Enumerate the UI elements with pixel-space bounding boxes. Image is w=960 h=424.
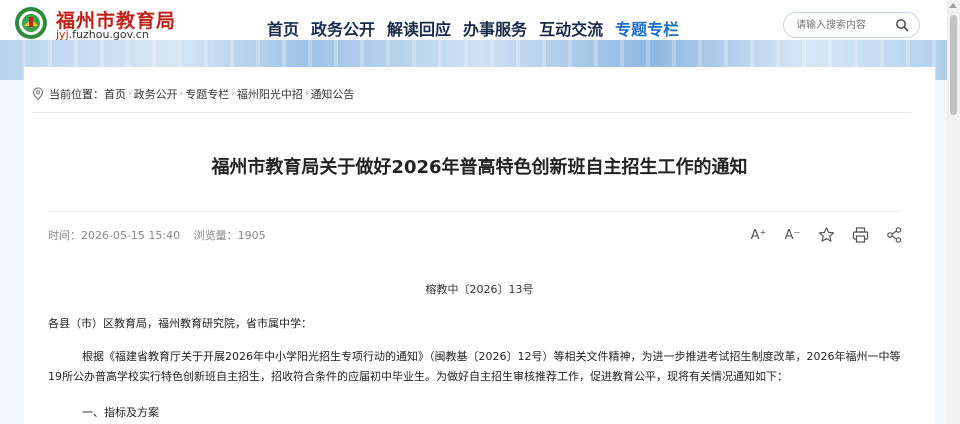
- salutation: 各县（市）区教育局，福州教育研究院，省市属中学：: [48, 317, 312, 330]
- publish-time: 时间：2026-05-15 15:40: [48, 229, 181, 242]
- breadcrumb-prefix: 当前位置：: [49, 88, 104, 101]
- document-number: 榕教中〔2026〕13号: [425, 283, 534, 296]
- print-icon[interactable]: [851, 226, 870, 244]
- nav-item-home[interactable]: 首页: [267, 16, 299, 40]
- star-icon[interactable]: [817, 226, 836, 244]
- breadcrumb-special-topics[interactable]: 专题专栏: [185, 86, 229, 102]
- nav-item-interpretation[interactable]: 解读回应: [387, 16, 451, 40]
- search-icon[interactable]: [895, 18, 909, 32]
- article-meta: 时间：2026-05-15 15:40 浏览量：1905: [48, 227, 276, 243]
- section-heading: 一、指标及方案: [82, 406, 159, 419]
- main-nav: 首页 政务公开 解读回应 办事服务 互动交流 专题专栏: [267, 16, 679, 40]
- article-panel: 当前位置： 首页 › 政务公开 › 专题专栏 › 福州阳光中招 › 通知公告 福…: [24, 67, 935, 424]
- location-pin-icon: [32, 87, 44, 101]
- font-decrease-icon[interactable]: A⁻: [783, 226, 802, 244]
- search-input[interactable]: [796, 17, 888, 33]
- breadcrumb-sunshine-enrollment[interactable]: 福州阳光中招: [237, 86, 303, 102]
- nav-item-government-affairs[interactable]: 政务公开: [311, 16, 375, 40]
- page-scrollbar[interactable]: [947, 0, 960, 424]
- breadcrumb-notices[interactable]: 通知公告: [310, 86, 354, 102]
- scroll-up-arrow-icon[interactable]: [949, 3, 957, 8]
- nav-item-special-topics[interactable]: 专题专栏: [615, 16, 679, 40]
- nav-item-services[interactable]: 办事服务: [463, 16, 527, 40]
- article-title: 福州市教育局关于做好2026年普高特色创新班自主招生工作的通知: [211, 157, 748, 178]
- scrollbar-thumb[interactable]: [950, 15, 957, 115]
- nav-item-interaction[interactable]: 互动交流: [539, 16, 603, 40]
- breadcrumb-separator: ›: [304, 89, 309, 99]
- site-logo-icon[interactable]: [14, 6, 48, 40]
- body-paragraph: 根据《福建省教育厅关于开展2026年中小学阳光招生专项行动的通知》（闽教基〔20…: [48, 350, 901, 383]
- breadcrumb-divider: [32, 112, 911, 113]
- breadcrumb: 当前位置： 首页 › 政务公开 › 专题专栏 › 福州阳光中招 › 通知公告: [32, 86, 354, 102]
- meta-divider: [48, 211, 900, 212]
- article-tools: A⁺ A⁻: [749, 226, 904, 244]
- breadcrumb-separator: ›: [179, 89, 184, 99]
- breadcrumb-separator: ›: [128, 89, 132, 99]
- font-increase-icon[interactable]: A⁺: [749, 226, 768, 244]
- breadcrumb-separator: ›: [231, 89, 235, 99]
- breadcrumb-government-affairs[interactable]: 政务公开: [134, 86, 178, 102]
- view-count: 浏览量：1905: [193, 229, 266, 242]
- share-icon[interactable]: [885, 226, 904, 244]
- breadcrumb-home[interactable]: 首页: [104, 86, 126, 102]
- search-box: [783, 12, 920, 38]
